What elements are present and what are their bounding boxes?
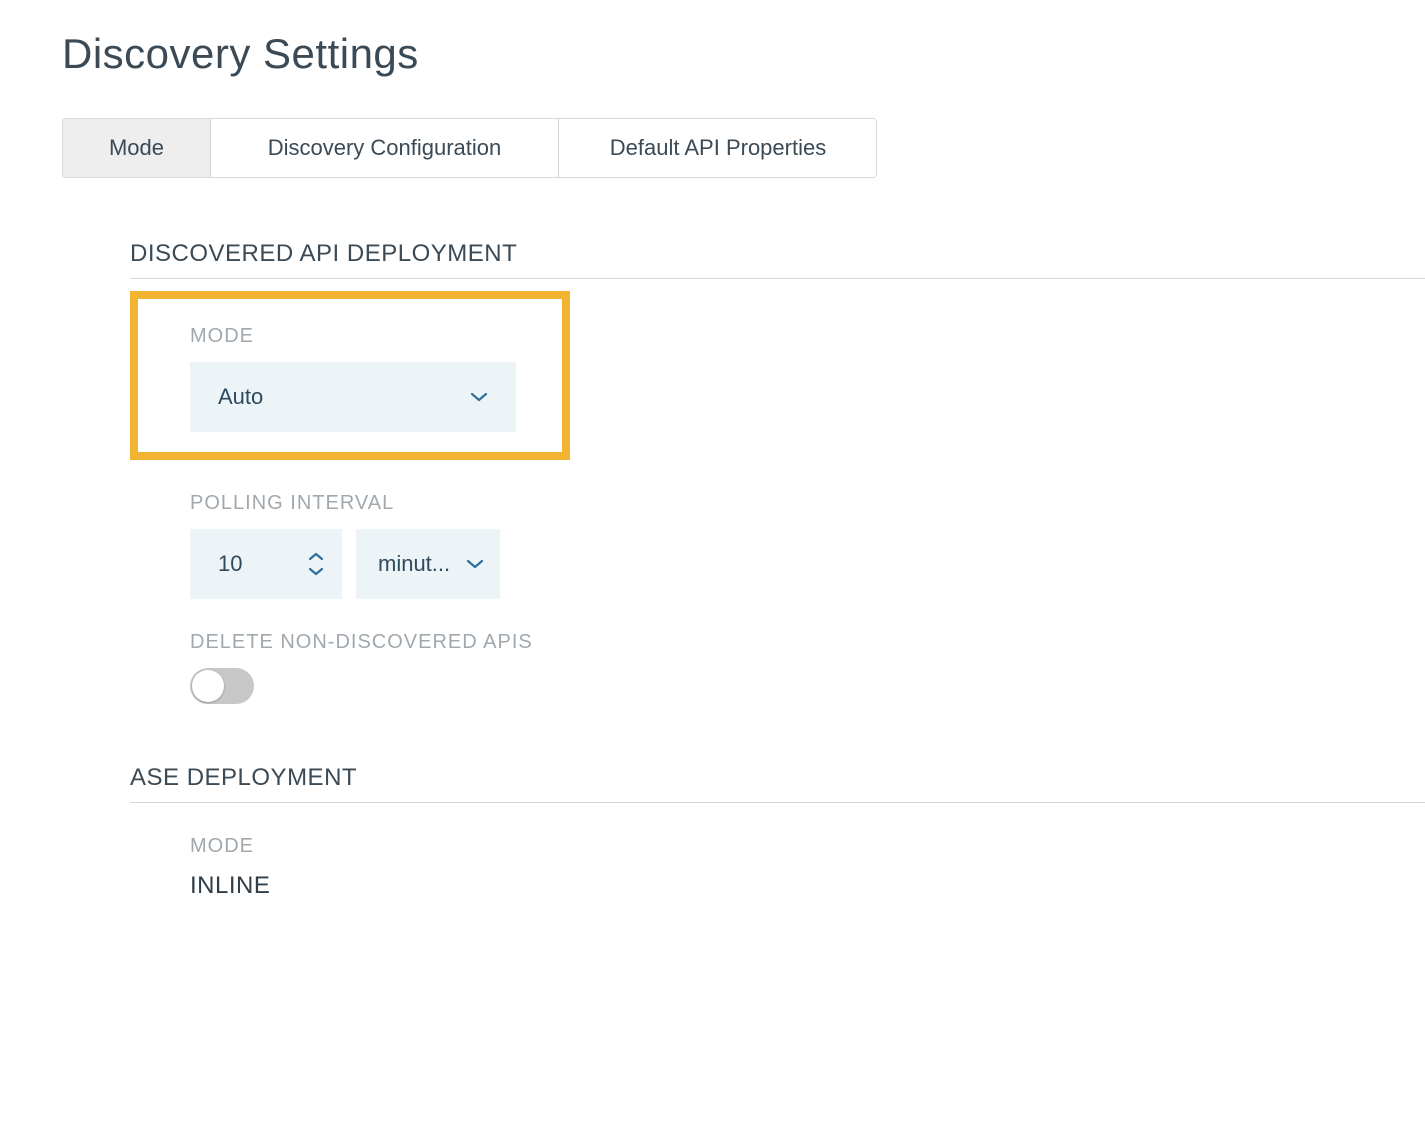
mode-select-value: Auto	[218, 384, 263, 410]
mode-label: MODE	[190, 325, 548, 348]
ase-mode-value: INLINE	[190, 872, 1425, 900]
section-divider	[130, 278, 1425, 279]
chevron-down-icon	[470, 392, 488, 402]
polling-interval-unit-select[interactable]: minut...	[356, 529, 500, 599]
toggle-knob	[192, 670, 224, 702]
section-title-ase: ASE DEPLOYMENT	[130, 764, 1425, 792]
polling-interval-unit-value: minut...	[378, 551, 450, 577]
tabs: Mode Discovery Configuration Default API…	[62, 118, 877, 178]
delete-non-discovered-label: DELETE NON-DISCOVERED APIS	[190, 631, 1425, 654]
highlight-mode-box: MODE Auto	[130, 291, 570, 460]
tab-discovery-configuration[interactable]: Discovery Configuration	[211, 119, 559, 177]
polling-interval-stepper[interactable]: 10	[190, 529, 342, 599]
delete-non-discovered-toggle[interactable]	[190, 668, 254, 704]
chevron-down-icon	[466, 559, 484, 569]
mode-select[interactable]: Auto	[190, 362, 516, 432]
section-discovered-api-deployment: DISCOVERED API DEPLOYMENT MODE Auto POLL…	[130, 240, 1425, 704]
section-divider	[130, 802, 1425, 803]
section-ase-deployment: ASE DEPLOYMENT MODE INLINE	[130, 764, 1425, 900]
tab-mode[interactable]: Mode	[63, 119, 211, 177]
page-title: Discovery Settings	[62, 30, 1425, 78]
tab-default-api-properties[interactable]: Default API Properties	[559, 119, 877, 177]
section-title-discovered: DISCOVERED API DEPLOYMENT	[130, 240, 1425, 268]
chevron-down-icon[interactable]	[308, 567, 324, 576]
polling-interval-value: 10	[218, 551, 242, 577]
polling-interval-label: POLLING INTERVAL	[190, 492, 1425, 515]
chevron-up-icon[interactable]	[308, 552, 324, 561]
ase-mode-label: MODE	[190, 835, 1425, 858]
